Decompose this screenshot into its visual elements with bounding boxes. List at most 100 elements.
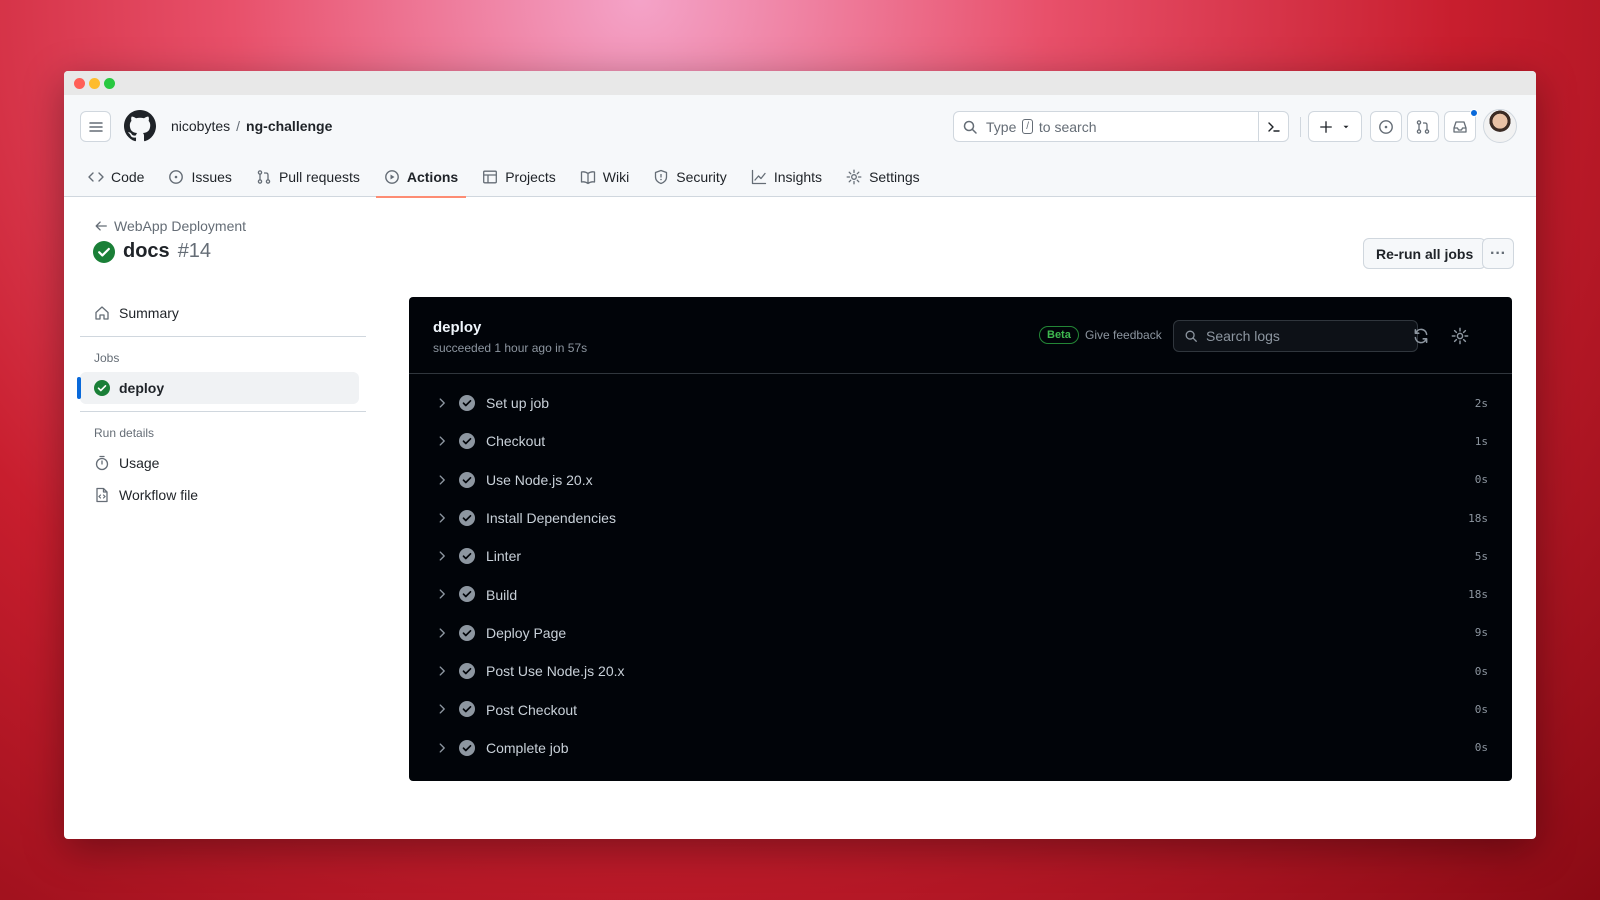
issues-button[interactable] — [1370, 111, 1402, 142]
job-step-row[interactable]: Checkout 1s — [409, 422, 1512, 460]
step-duration: 0s — [1474, 703, 1488, 717]
jobs-heading: Jobs — [94, 351, 120, 365]
chevron-right-icon — [439, 513, 445, 523]
run-sidebar: Summary Jobs deploy Run details Usage Wo… — [77, 297, 366, 511]
tab-label: Wiki — [602, 169, 630, 185]
step-duration: 9s — [1474, 626, 1488, 640]
chevron-right-icon — [439, 666, 445, 676]
close-window-button[interactable] — [74, 78, 85, 89]
menu-button[interactable] — [80, 111, 111, 142]
job-step-row[interactable]: Set up job 2s — [409, 384, 1512, 422]
search-input[interactable]: Type / to search — [953, 111, 1289, 142]
job-step-row[interactable]: Deploy Page 9s — [409, 614, 1512, 652]
more-options-button[interactable]: ··· — [1482, 238, 1514, 269]
tab-label: Actions — [406, 169, 459, 185]
tab-settings[interactable]: Settings — [838, 157, 928, 197]
tab-issues[interactable]: Issues — [160, 157, 239, 197]
sync-icon[interactable] — [1412, 327, 1430, 345]
step-label: Set up job — [486, 395, 550, 412]
check-circle-fill-icon — [459, 433, 475, 450]
step-duration: 2s — [1474, 396, 1488, 410]
sidebar-divider — [80, 336, 366, 337]
tab-projects[interactable]: Projects — [474, 157, 564, 197]
step-duration: 1s — [1474, 434, 1488, 448]
rerun-all-jobs-button[interactable]: Re-run all jobs — [1363, 238, 1487, 269]
tab-label: Pull requests — [278, 169, 360, 185]
breadcrumb: nicobytes / ng-challenge — [171, 118, 332, 134]
chevron-right-icon — [439, 589, 445, 600]
tab-code[interactable]: Code — [80, 157, 152, 197]
step-duration: 0s — [1474, 473, 1488, 487]
back-to-workflow-link[interactable]: WebApp Deployment — [94, 218, 246, 234]
job-step-row[interactable]: Complete job 0s — [409, 729, 1512, 767]
search-prefix: Type — [986, 118, 1017, 135]
job-step-row[interactable]: Post Checkout 0s — [409, 690, 1512, 728]
job-status: succeeded 1 hour ago in 57s — [433, 341, 588, 355]
gear-icon — [846, 169, 862, 185]
job-step-row[interactable]: Post Use Node.js 20.x 0s — [409, 652, 1512, 690]
step-label: Complete job — [486, 739, 569, 756]
chevron-right-icon — [439, 436, 445, 446]
inbox-icon — [1453, 120, 1467, 133]
tab-security[interactable]: Security — [645, 157, 735, 197]
tab-wiki[interactable]: Wiki — [572, 157, 637, 197]
give-feedback-link[interactable]: Give feedback — [1085, 328, 1162, 342]
sidebar-item-label: Workflow file — [119, 487, 199, 503]
run-number: #14 — [177, 240, 212, 262]
step-label: Build — [486, 586, 518, 603]
sidebar-item-workflow-file[interactable]: Workflow file — [80, 479, 366, 511]
repo-owner-link[interactable]: nicobytes — [171, 118, 230, 134]
tab-insights[interactable]: Insights — [743, 157, 830, 197]
kebab-horizontal-icon: ··· — [1490, 244, 1506, 262]
tab-pull-requests[interactable]: Pull requests — [248, 157, 368, 197]
step-duration: 18s — [1468, 588, 1488, 602]
check-circle-fill-icon — [459, 509, 475, 526]
minimize-window-button[interactable] — [89, 78, 100, 89]
stopwatch-icon — [95, 455, 109, 471]
check-circle-fill-icon — [459, 701, 475, 718]
sidebar-item-label: deploy — [119, 380, 165, 396]
gear-icon[interactable] — [1451, 327, 1469, 345]
repo-name-link[interactable]: ng-challenge — [246, 118, 332, 134]
header-divider — [1300, 117, 1301, 137]
job-step-row[interactable]: Install Dependencies 18s — [409, 499, 1512, 537]
job-step-row[interactable]: Build 18s — [409, 575, 1512, 613]
command-palette-button[interactable] — [1258, 112, 1288, 141]
search-suffix: to search — [1038, 118, 1097, 135]
tab-label: Projects — [505, 169, 556, 185]
search-logs-input[interactable]: Search logs — [1173, 320, 1418, 352]
repo-header: nicobytes / ng-challenge Type / to search — [64, 95, 1536, 198]
create-new-button[interactable] — [1308, 111, 1362, 142]
job-step-row[interactable]: Linter 5s — [409, 537, 1512, 575]
job-step-row[interactable]: Use Node.js 20.x 0s — [409, 461, 1512, 499]
run-name: docs — [123, 240, 170, 262]
sidebar-item-label: Usage — [119, 455, 160, 471]
plus-icon — [1320, 120, 1332, 133]
beta-badge: Beta — [1039, 326, 1079, 344]
avatar[interactable] — [1483, 109, 1517, 143]
caret-down-icon — [1343, 125, 1349, 128]
job-name: deploy — [433, 319, 482, 336]
chevron-right-icon — [439, 628, 445, 638]
book-icon — [580, 171, 595, 185]
check-circle-fill-icon — [459, 548, 475, 565]
sidebar-item-summary[interactable]: Summary — [80, 297, 366, 329]
check-circle-fill-icon — [93, 240, 115, 263]
home-icon — [95, 306, 109, 320]
check-circle-fill-icon — [459, 624, 475, 641]
pull-requests-button[interactable] — [1407, 111, 1439, 142]
repo-tabs: Code Issues Pull requests Actions Projec… — [80, 157, 936, 198]
chevron-right-icon — [439, 704, 445, 715]
step-label: Deploy Page — [486, 624, 567, 641]
sidebar-item-usage[interactable]: Usage — [80, 447, 366, 479]
maximize-window-button[interactable] — [104, 78, 115, 89]
chevron-right-icon — [439, 743, 445, 753]
notification-indicator — [1470, 109, 1478, 117]
tab-label: Settings — [869, 169, 920, 185]
chevron-right-icon — [439, 398, 445, 408]
step-label: Post Checkout — [486, 701, 578, 718]
tab-label: Security — [676, 169, 727, 185]
sidebar-item-deploy-job[interactable]: deploy — [77, 372, 359, 404]
github-logo-icon[interactable] — [124, 110, 156, 142]
tab-actions[interactable]: Actions — [375, 157, 467, 198]
